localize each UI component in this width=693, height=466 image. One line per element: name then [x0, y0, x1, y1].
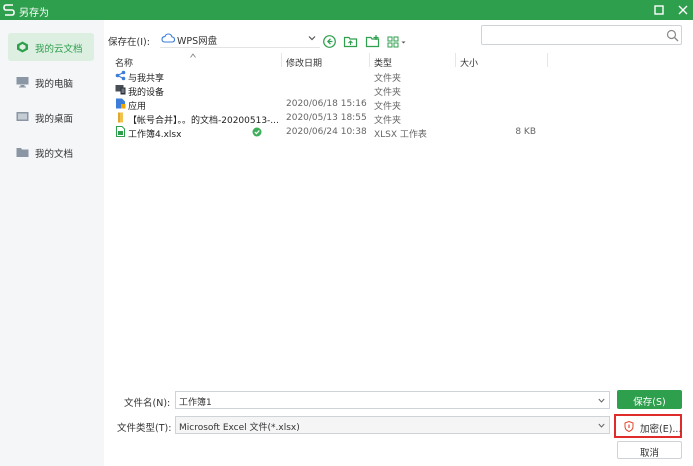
filetype-select[interactable]: Microsoft Excel 文件(*.xlsx)	[175, 416, 610, 434]
back-icon[interactable]	[322, 34, 337, 49]
file-date: 2020/05/13 18:55	[286, 113, 367, 123]
file-date: 2020/06/24 10:38	[286, 127, 367, 137]
search-input[interactable]	[486, 28, 661, 42]
new-folder-icon[interactable]	[365, 34, 380, 49]
folder-up-icon[interactable]	[343, 34, 358, 49]
file-date: 2020/06/18 15:16	[286, 99, 367, 109]
sidebar: 我的云文档 我的电脑 我的桌面 我的文档	[0, 20, 104, 466]
location-dropdown[interactable]: WPS网盘	[160, 30, 320, 48]
column-divider[interactable]	[281, 53, 282, 67]
file-row-apps[interactable]: 应用 2020/06/18 15:16 文件夹	[110, 97, 690, 112]
filename-label: 文件名(N):	[124, 398, 171, 409]
search-icon[interactable]	[666, 29, 679, 42]
folder-icon	[16, 148, 29, 157]
computer-icon	[16, 77, 29, 88]
sidebar-item-label: 我的电脑	[35, 79, 74, 90]
file-size: 8 KB	[515, 127, 536, 137]
encrypt-button[interactable]: 加密(E)...	[614, 414, 682, 438]
folder-icon	[118, 112, 123, 123]
device-icon	[115, 85, 126, 95]
title-bar: 另存为	[0, 0, 693, 20]
xlsx-file-icon	[116, 126, 125, 137]
chevron-down-icon[interactable]	[598, 398, 605, 403]
filetype-label: 文件类型(T):	[117, 423, 172, 434]
save-button[interactable]: 保存(S)	[617, 390, 682, 409]
column-divider[interactable]	[369, 53, 370, 67]
wps-logo-icon	[3, 4, 15, 16]
close-icon[interactable]	[676, 3, 690, 17]
column-divider[interactable]	[547, 53, 548, 67]
column-header-name[interactable]: 名称	[115, 56, 133, 69]
search-box[interactable]	[481, 25, 682, 45]
chevron-down-icon	[308, 36, 316, 41]
app-folder-icon	[116, 98, 126, 109]
file-row-shared[interactable]: 与我共享 文件夹	[110, 69, 690, 84]
share-icon	[115, 70, 126, 81]
cloud-icon	[161, 33, 175, 43]
file-row-merged-docs[interactable]: 【帐号合并】。。的文档-20200513-... 2020/05/13 18:5…	[110, 111, 690, 126]
sort-up-icon	[190, 53, 196, 58]
filetype-value: Microsoft Excel 文件(*.xlsx)	[179, 423, 300, 433]
column-header-type[interactable]: 类型	[374, 56, 392, 69]
save-button-label: 保存(S)	[633, 397, 666, 408]
shield-lock-icon	[624, 421, 634, 432]
synced-check-icon	[252, 127, 262, 137]
sidebar-item-desktop[interactable]: 我的桌面	[8, 103, 94, 131]
chevron-down-icon[interactable]	[598, 423, 605, 428]
encrypt-button-label: 加密(E)...	[640, 424, 682, 435]
sidebar-item-computer[interactable]: 我的电脑	[8, 68, 94, 96]
cancel-button[interactable]: 取消	[617, 441, 682, 459]
maximize-icon[interactable]	[652, 3, 666, 17]
cancel-button-label: 取消	[639, 448, 659, 459]
window-title: 另存为	[19, 8, 49, 19]
sidebar-item-cloud-docs[interactable]: 我的云文档	[8, 33, 94, 61]
view-options-icon[interactable]	[386, 34, 408, 49]
sidebar-item-label: 我的云文档	[35, 44, 83, 55]
sidebar-item-documents[interactable]: 我的文档	[8, 138, 94, 166]
filename-input[interactable]: 工作簿1	[175, 391, 610, 409]
sidebar-item-label: 我的文档	[35, 149, 74, 160]
desktop-icon	[16, 112, 29, 121]
file-row-workbook4[interactable]: 工作簿4.xlsx 2020/06/24 10:38 XLSX 工作表 8 KB	[110, 125, 690, 140]
filename-value: 工作簿1	[179, 398, 212, 408]
column-header-date[interactable]: 修改日期	[286, 56, 322, 69]
sidebar-item-label: 我的桌面	[35, 114, 74, 125]
location-value: WPS网盘	[177, 36, 218, 47]
file-type: XLSX 工作表	[374, 130, 427, 140]
file-list-header: 名称 修改日期 类型 大小	[110, 53, 688, 69]
cloud-docs-icon	[17, 41, 28, 53]
column-divider[interactable]	[455, 53, 456, 67]
file-row-devices[interactable]: 我的设备 文件夹	[110, 83, 690, 98]
location-label: 保存在(I):	[108, 37, 150, 48]
column-header-size[interactable]: 大小	[460, 56, 478, 69]
